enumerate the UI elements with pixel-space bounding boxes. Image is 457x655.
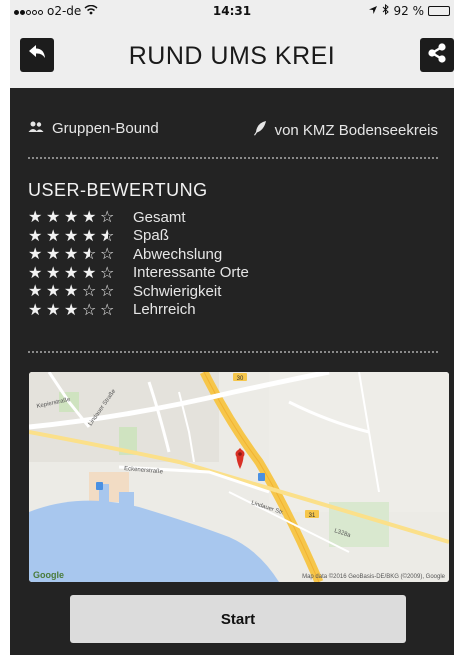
star-full-icon: ★ [64, 244, 79, 264]
star-half-icon: ☆ ★ [82, 244, 97, 264]
star-full-icon: ★ [82, 262, 97, 282]
star-empty-icon: ☆ [100, 281, 115, 301]
star-empty-icon: ☆ [100, 262, 115, 282]
star-full-icon: ★ [64, 281, 79, 301]
top-area: o2-de 14:31 92 % RUND UMS KREI [10, 0, 454, 88]
star-full-icon: ★ [64, 225, 79, 245]
back-button[interactable] [20, 38, 54, 72]
rating-row: ★ ★ ★ ☆ ☆ Schwierigkeit [28, 282, 328, 301]
battery-icon [428, 6, 450, 16]
star-full-icon: ★ [28, 244, 43, 264]
star-rating: ★ ★ ★ ☆ ☆ [28, 283, 133, 299]
divider-top [28, 157, 438, 159]
status-bar: o2-de 14:31 92 % [10, 0, 454, 22]
rating-label: Schwierigkeit [133, 282, 222, 300]
tour-info: Gruppen-Bound von KMZ Bodenseekreis [28, 120, 438, 142]
star-full-icon: ★ [46, 207, 61, 227]
header: RUND UMS KREI [10, 24, 454, 84]
rating-row: ★ ★ ★ ★ ☆ ★ Spaß [28, 227, 328, 246]
star-full-icon: ★ [82, 225, 97, 245]
map-image: 30 31 Kepierstraße Lindauer Straße Ecken… [29, 372, 449, 582]
star-full-icon: ★ [28, 225, 43, 245]
bluetooth-icon [382, 3, 390, 18]
author-info: von KMZ Bodenseekreis [253, 120, 438, 140]
star-full-icon: ★ [64, 262, 79, 282]
rating-section-title: USER-BEWERTUNG [28, 180, 208, 200]
rating-row: ★ ★ ★ ☆ ☆ Lehrreich [28, 301, 328, 320]
star-empty-icon: ☆ [82, 281, 97, 301]
star-empty-icon: ☆ [100, 299, 115, 319]
google-logo: Google [33, 570, 64, 580]
app-frame: o2-de 14:31 92 % RUND UMS KREI Gruppen-B… [10, 0, 454, 655]
star-rating: ★ ★ ★ ★ ☆ [28, 209, 133, 225]
share-icon [426, 42, 448, 68]
battery-percent: 92 % [393, 4, 425, 18]
feather-icon [253, 120, 267, 140]
road-number-30: 30 [237, 376, 244, 382]
star-rating: ★ ★ ★ ★ ☆ ★ [28, 225, 133, 245]
star-rating: ★ ★ ★ ★ ☆ [28, 262, 133, 282]
map-attribution: Map data ©2016 GeoBasis-DE/BKG (©2009), … [302, 574, 445, 580]
star-half-icon: ☆ ★ [100, 225, 115, 245]
author-label: von KMZ Bodenseekreis [274, 121, 438, 139]
star-rating: ★ ★ ★ ☆ ☆ [28, 299, 133, 319]
start-button[interactable]: Start [70, 595, 406, 643]
star-full-icon: ★ [64, 299, 79, 319]
location-arrow-icon [368, 4, 378, 18]
star-empty-icon: ☆ [100, 244, 115, 264]
group-icon [28, 120, 44, 137]
rating-row: ★ ★ ★ ★ ☆ Gesamt [28, 208, 328, 227]
star-full-icon: ★ [82, 207, 97, 227]
share-button[interactable] [420, 38, 454, 72]
star-full-icon: ★ [28, 299, 43, 319]
star-empty-icon: ☆ [82, 299, 97, 319]
star-full-icon: ★ [46, 281, 61, 301]
rating-row: ★ ★ ★ ☆ ★ ☆ Abwechslung [28, 245, 328, 264]
star-full-icon: ★ [64, 207, 79, 227]
star-full-icon: ★ [28, 281, 43, 301]
back-arrow-icon [27, 44, 47, 66]
rating-row: ★ ★ ★ ★ ☆ Interessante Orte [28, 264, 328, 283]
rating-label: Gesamt [133, 208, 186, 226]
star-full-icon: ★ [46, 299, 61, 319]
page-title: RUND UMS KREI [128, 42, 336, 70]
rating-label: Lehrreich [133, 301, 196, 319]
star-full-icon: ★ [46, 244, 61, 264]
star-full-icon: ★ [28, 207, 43, 227]
rating-label: Spaß [133, 227, 169, 245]
rating-label: Interessante Orte [133, 264, 249, 282]
rating-label: Abwechslung [133, 245, 223, 263]
star-full-icon: ★ [46, 225, 61, 245]
map-view[interactable]: 30 31 Kepierstraße Lindauer Straße Ecken… [29, 372, 449, 582]
star-empty-icon: ☆ [100, 207, 115, 227]
star-rating: ★ ★ ★ ☆ ★ ☆ [28, 246, 133, 262]
status-right: 92 % [368, 3, 450, 18]
divider-bottom [28, 351, 438, 353]
star-full-icon: ★ [46, 262, 61, 282]
rating-list: ★ ★ ★ ★ ☆ Gesamt ★ ★ ★ ★ ☆ ★ Spaß ★ ★ ★ ☆ ★ ☆ Abwechslung ★ ★… [28, 208, 328, 319]
star-full-icon: ★ [28, 262, 43, 282]
road-number-31: 31 [309, 513, 316, 519]
group-label: Gruppen-Bound [52, 120, 159, 137]
group-info: Gruppen-Bound [28, 120, 159, 137]
